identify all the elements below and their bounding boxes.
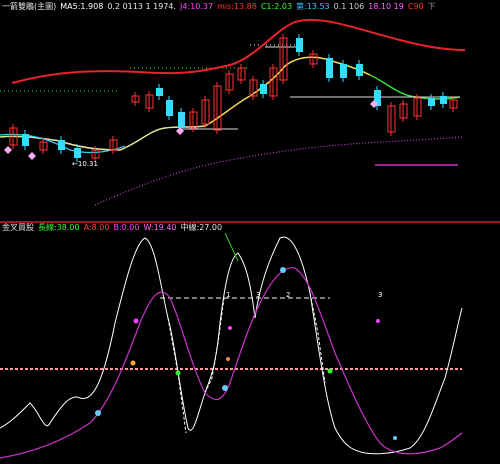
candle-body[interactable] [166,100,173,116]
low-price-label: ←10.31 [72,160,98,168]
candle-body[interactable] [326,58,333,78]
diamond-marker-icon [176,127,184,135]
dot-marker-icon [228,326,232,330]
short-ma-line [0,125,206,151]
main-chart-panel[interactable]: 一箭雙鵰(主圖) MA5:1.908 0.2 0113 1 1974. J4:10.3… [0,0,500,222]
dot-marker-icon [393,436,397,440]
dot-marker-icon [280,267,286,273]
short-ma-line-3 [369,74,461,100]
candle-body[interactable] [356,64,363,76]
candle-body[interactable] [22,134,29,146]
dot-marker-icon [175,370,181,376]
indicator-canvas[interactable] [0,223,500,464]
indicator-panel[interactable]: 金叉買股 長線:38.00 A:8.00 B:0.00 W:19.40 中線:27.00 [0,223,500,464]
level-label-3: 2 [286,291,291,299]
dot-marker-icon [222,385,228,391]
dot-marker-icon [133,318,139,324]
support-curve [94,136,463,206]
dot-marker-icon [95,410,101,416]
candle-body[interactable] [340,64,347,78]
candle-body[interactable] [156,88,163,96]
dot-marker-icon [130,360,136,366]
main-chart-canvas[interactable] [0,0,500,222]
dot-marker-icon [327,368,333,374]
candlestick-group[interactable] [9,34,458,162]
diamond-marker-icon [4,146,12,154]
candle-body[interactable] [296,38,303,52]
candle-body[interactable] [58,140,65,150]
dot-marker-icon [376,319,380,323]
candle-body[interactable] [260,84,267,94]
signal-markers [95,267,397,440]
slow-oscillator-line [0,267,463,459]
candle-body[interactable] [440,96,447,104]
level-label-2: 3 [256,291,261,299]
dot-marker-icon [226,357,230,361]
candle-body[interactable] [74,148,81,158]
candle-body[interactable] [178,112,185,128]
fast-oscillator-line [0,236,463,455]
level-label-1: 1 [226,291,231,299]
diamond-marker-icon [28,152,36,160]
candle-body[interactable] [428,98,435,106]
level-label-4: 3 [378,291,383,299]
